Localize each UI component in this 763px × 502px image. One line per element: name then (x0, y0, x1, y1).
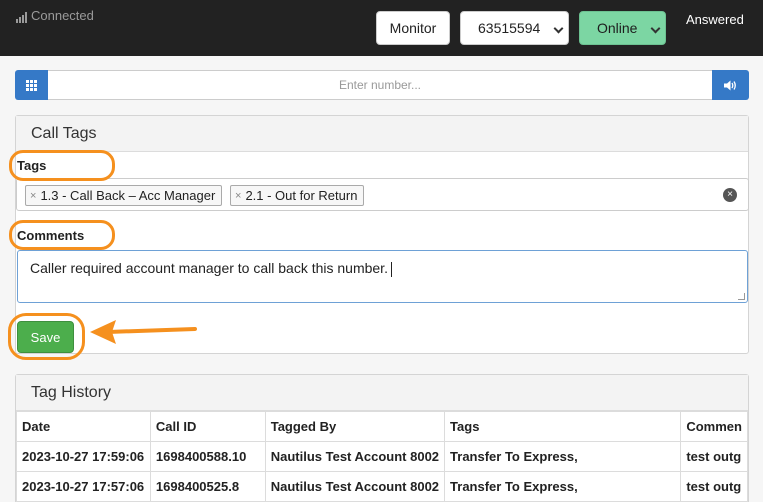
table-cell: Nautilus Test Account 8002 (264, 441, 446, 472)
tag-chip[interactable]: × 2.1 - Out for Return (230, 185, 365, 206)
column-header[interactable]: Tagged By (264, 411, 446, 442)
table-cell: 1698400525.8 (149, 471, 266, 502)
chevron-down-icon (553, 23, 564, 34)
comments-textarea[interactable]: Caller required account manager to call … (17, 250, 748, 303)
call-tags-title: Call Tags (16, 116, 748, 152)
chevron-down-icon (650, 23, 661, 34)
dial-bar: Enter number... (15, 70, 749, 100)
tag-chip[interactable]: × 1.3 - Call Back – Acc Manager (25, 185, 223, 206)
table-cell: Nautilus Test Account 8002 (264, 471, 446, 502)
table-cell: test outg (680, 441, 748, 472)
tag-chip-label: 2.1 - Out for Return (245, 188, 358, 203)
table-cell: test outg (680, 471, 748, 502)
call-state-label: Answered (686, 12, 744, 27)
tag-history-table: Date Call ID Tagged By Tags Commen 2023-… (16, 411, 748, 502)
top-bar: Connected Monitor 63515594 Online Answer… (0, 0, 763, 56)
connection-status: Connected (16, 8, 94, 23)
tag-history-title: Tag History (16, 375, 748, 411)
tag-chip-label: 1.3 - Call Back – Acc Manager (40, 188, 216, 203)
tags-highlight-circle (9, 150, 115, 181)
table-cell: 2023-10-27 17:57:06 (16, 471, 151, 502)
table-cell: Transfer To Express, (444, 471, 682, 502)
keypad-icon (26, 79, 37, 91)
table-cell: 2023-10-27 17:59:06 (16, 441, 151, 472)
resize-handle-icon[interactable] (738, 293, 745, 300)
volume-icon (724, 80, 736, 90)
remove-tag-icon[interactable]: × (235, 190, 241, 202)
signal-icon (16, 12, 27, 23)
arrow-annotation-icon (90, 320, 197, 344)
tag-history-panel: Tag History Date Call ID Tagged By Tags … (15, 374, 749, 502)
number-input[interactable]: Enter number... (48, 70, 712, 100)
tags-input[interactable]: × 1.3 - Call Back – Acc Manager × 2.1 - … (16, 178, 749, 211)
status-select[interactable]: Online (579, 11, 666, 45)
column-header[interactable]: Date (16, 411, 151, 442)
column-header[interactable]: Tags (444, 411, 682, 442)
extension-select[interactable]: 63515594 (460, 11, 569, 45)
table-header-row: Date Call ID Tagged By Tags Commen (16, 411, 748, 442)
volume-button[interactable] (712, 70, 749, 100)
table-row[interactable]: 2023-10-27 17:59:06 1698400588.10 Nautil… (16, 441, 748, 472)
text-caret (390, 261, 392, 277)
remove-tag-icon[interactable]: × (30, 190, 36, 202)
table-cell: Transfer To Express, (444, 441, 682, 472)
connection-label: Connected (31, 8, 94, 23)
extension-value: 63515594 (478, 20, 541, 36)
comments-highlight-circle (9, 220, 115, 250)
table-row[interactable]: 2023-10-27 17:57:06 1698400525.8 Nautilu… (16, 471, 748, 502)
keypad-button[interactable] (15, 70, 48, 100)
table-cell: 1698400588.10 (149, 441, 266, 472)
save-highlight-circle (8, 313, 85, 360)
monitor-button[interactable]: Monitor (376, 11, 450, 45)
status-value: Online (597, 20, 638, 36)
column-header[interactable]: Commen (680, 411, 748, 442)
clear-tags-icon[interactable]: × (723, 188, 737, 202)
comment-text: Caller required account manager to call … (30, 260, 388, 276)
column-header[interactable]: Call ID (149, 411, 266, 442)
